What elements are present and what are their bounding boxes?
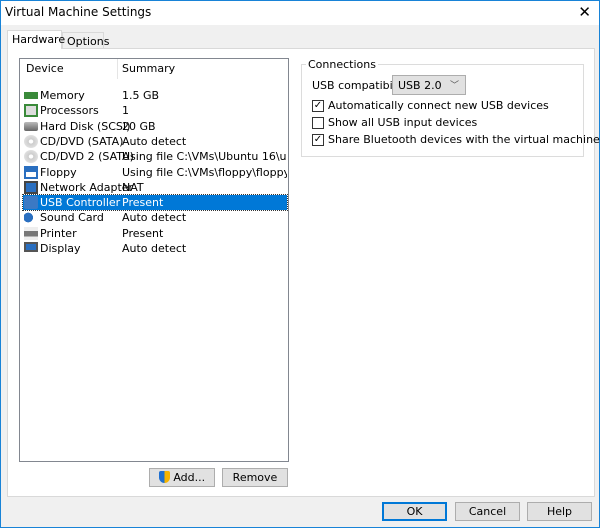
checkbox[interactable]	[312, 117, 324, 129]
cd-icon	[24, 150, 38, 164]
device-summary: Auto detect	[122, 242, 187, 255]
device-row[interactable]: Sound Card Auto detect	[23, 210, 287, 225]
checkbox-label: Share Bluetooth devices with the virtual…	[328, 133, 600, 146]
add-button[interactable]: Add...	[149, 468, 215, 487]
device-list[interactable]: Device Summary Memory 1.5 GB Processors …	[19, 58, 289, 462]
device-summary: 1.5 GB	[122, 89, 160, 102]
chevron-down-icon: ﹀	[449, 81, 459, 91]
device-name: Network Adapter	[40, 180, 134, 194]
device-row[interactable]: Memory 1.5 GB	[23, 88, 287, 103]
checkbox[interactable]: ✓	[312, 100, 324, 112]
device-summary: Auto detect	[122, 134, 187, 148]
memory-icon	[24, 92, 38, 99]
checkbox-item[interactable]: Show all USB input devices	[312, 116, 572, 130]
usb-compat-select[interactable]: USB 2.0 ﹀	[392, 75, 466, 95]
device-summary: Using file C:\VMs\floppy\floppy.flp	[122, 165, 287, 179]
usb-icon	[24, 196, 38, 210]
shield-icon	[158, 471, 170, 483]
window-title: Virtual Machine Settings	[5, 5, 152, 19]
add-label: Add...	[173, 471, 206, 484]
device-row[interactable]: Display Auto detect	[23, 241, 287, 256]
device-summary: Using file C:\VMs\Ubuntu 16\ubun…	[122, 150, 287, 164]
device-row[interactable]: Hard Disk (SCSI) 20 GB	[23, 119, 287, 134]
device-row[interactable]: Printer Present	[23, 226, 287, 241]
dialog-window: Virtual Machine Settings ✕ Hardware Opti…	[0, 0, 600, 528]
device-row[interactable]: Network Adapter NAT	[23, 180, 287, 195]
checkbox-label: Show all USB input devices	[328, 116, 478, 129]
monitor-icon	[24, 242, 38, 252]
device-name: Sound Card	[40, 211, 104, 225]
device-name: CD/DVD (SATA)	[40, 134, 124, 148]
hard-disk-icon	[24, 121, 38, 131]
device-summary: 1	[122, 104, 129, 118]
connections-group: Connections USB compatibility: USB 2.0 ﹀…	[301, 58, 600, 157]
ok-button[interactable]: OK	[382, 502, 447, 521]
printer-icon	[24, 226, 38, 240]
device-summary: 20 GB	[122, 119, 156, 133]
device-summary: Present	[122, 226, 164, 240]
device-name: Memory	[40, 89, 85, 102]
device-name: USB Controller	[40, 196, 121, 210]
device-row[interactable]: CD/DVD (SATA) Auto detect	[23, 134, 287, 149]
column-header-device[interactable]: Device	[20, 59, 64, 79]
cd-icon	[24, 134, 38, 148]
tab-hardware[interactable]: Hardware	[7, 30, 66, 49]
group-label: Connections	[306, 58, 378, 71]
device-name: CD/DVD 2 (SATA)	[40, 150, 134, 164]
checkbox-label: Automatically connect new USB devices	[328, 99, 549, 112]
remove-button[interactable]: Remove	[222, 468, 288, 487]
device-row[interactable]: CD/DVD 2 (SATA) Using file C:\VMs\Ubuntu…	[23, 149, 287, 164]
device-name: Processors	[40, 104, 99, 118]
device-name: Printer	[40, 226, 77, 240]
speaker-icon	[24, 211, 38, 225]
column-header-summary[interactable]: Summary	[116, 59, 175, 79]
floppy-icon	[24, 165, 38, 179]
checkbox-item[interactable]: ✓ Automatically connect new USB devices	[312, 99, 572, 113]
title-bar: Virtual Machine Settings ✕	[1, 1, 599, 25]
device-summary: Auto detect	[122, 211, 187, 225]
select-value: USB 2.0	[398, 79, 442, 92]
network-icon	[24, 180, 38, 194]
cancel-button[interactable]: Cancel	[455, 502, 520, 521]
tab-panel: Device Summary Memory 1.5 GB Processors …	[7, 48, 600, 497]
device-row[interactable]: Floppy Using file C:\VMs\floppy\floppy.f…	[23, 165, 287, 180]
checkbox-item[interactable]: ✓ Share Bluetooth devices with the virtu…	[312, 133, 600, 147]
close-icon[interactable]: ✕	[578, 3, 591, 21]
device-name: Hard Disk (SCSI)	[40, 119, 131, 133]
device-name: Display	[40, 242, 81, 255]
tab-label: Hardware	[12, 33, 66, 46]
device-name: Floppy	[40, 165, 77, 179]
tab-label: Options	[67, 35, 110, 48]
device-row[interactable]: Processors 1	[23, 103, 287, 118]
tab-options[interactable]: Options	[62, 32, 109, 49]
processor-icon	[24, 104, 38, 118]
device-row[interactable]: USB Controller Present	[22, 194, 288, 212]
checkbox[interactable]: ✓	[312, 134, 324, 146]
help-button[interactable]: Help	[527, 502, 592, 521]
device-summary: Present	[122, 196, 164, 210]
device-summary: NAT	[122, 180, 144, 194]
